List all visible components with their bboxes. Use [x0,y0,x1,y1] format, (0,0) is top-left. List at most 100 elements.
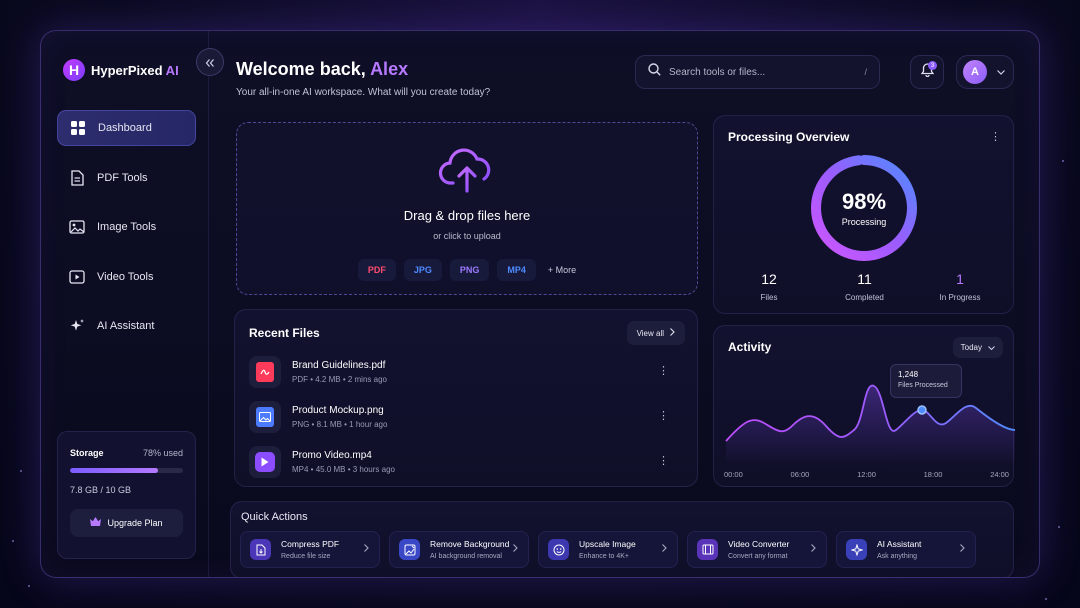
x-tick-label: 00:00 [724,470,743,479]
storage-used-text: 7.8 GB / 10 GB [70,485,132,495]
file-name: Promo Video.mp4 [292,450,372,461]
sidebar-item-pdf-tools[interactable]: PDF Tools [57,160,196,196]
list-item[interactable]: Product Mockup.png PNG • 8.1 MB • 1 hour… [249,399,689,435]
processing-overview-panel: Processing Overview ⋮ 98% Processing 12 … [713,115,1014,314]
chevron-right-icon [364,544,369,555]
compress-icon [250,539,271,560]
search-bar[interactable]: / [635,55,880,89]
range-select[interactable]: Today [952,337,1003,358]
recent-files-panel: Recent Files View all Brand Guidelines.p… [234,309,698,487]
user-name: Alex [370,59,409,79]
crown-icon [90,517,102,529]
quick-actions-panel: Quick Actions Compress PDF Reduce file s… [230,501,1014,577]
sidebar-item-dashboard[interactable]: Dashboard [57,110,196,146]
welcome-header: Welcome back, Alex Your all-in-one AI wo… [236,59,490,98]
more-options-icon[interactable]: ⋮ [658,364,669,377]
processing-stats: 12 Files 11 Completed 1 In Progress [724,271,1005,302]
quick-action-ai-assistant[interactable]: AI Assistant Ask anything [836,531,976,568]
chevron-right-icon [670,328,675,338]
sparkles-icon [69,318,85,334]
search-shortcut-hint: / [864,67,867,77]
quick-action-remove-background[interactable]: Remove Background AI background removal [389,531,529,568]
dashboard-grid-icon [70,120,86,136]
user-menu-button[interactable]: A [956,55,1014,89]
image-file-icon [256,407,274,427]
stat-in-progress: 1 In Progress [939,271,981,302]
document-icon [69,169,85,186]
stat-completed: 11 Completed [845,271,884,302]
sidebar-nav: Dashboard PDF Tools Image Tools Video To… [57,110,196,358]
file-name: Product Mockup.png [292,405,384,416]
sidebar-item-label: PDF Tools [97,171,148,184]
storage-percent: 78% used [142,448,183,458]
sidebar-item-ai-assistant[interactable]: AI Assistant [57,308,196,344]
cloud-upload-icon [437,145,497,200]
type-chip-jpg: JPG [403,259,442,281]
more-options-icon[interactable]: ⋮ [658,454,669,467]
page-title: Welcome back, Alex [236,59,409,79]
sidebar-item-label: AI Assistant [97,320,155,332]
file-meta: MP4 • 45.0 MB • 3 hours ago [292,465,395,474]
recent-files-title: Recent Files [249,326,320,340]
upscale-icon [548,539,569,560]
x-axis-labels: 00:00 06:00 12:00 18:00 24:00 [724,470,1009,479]
list-item[interactable]: Brand Guidelines.pdf PDF • 4.2 MB • 2 mi… [249,354,689,390]
more-options-icon[interactable]: ⋮ [990,130,1001,143]
sidebar-item-label: Image Tools [97,221,157,233]
storage-progress-fill [70,468,159,473]
search-input[interactable] [669,66,857,78]
type-chip-pdf: PDF [357,259,396,281]
background-remove-icon [399,539,420,560]
page-subtitle: Your all-in-one AI workspace. What will … [236,87,491,98]
processing-label: Processing [841,217,887,227]
view-all-button[interactable]: View all [626,321,685,345]
video-file-icon [255,452,275,472]
x-tick-label: 18:00 [923,470,943,479]
logo-mark-icon: H [63,59,85,81]
sidebar-item-video-tools[interactable]: Video Tools [57,259,196,295]
upload-subtitle: or click to upload [433,231,501,241]
upgrade-plan-label: Upgrade Plan [107,518,163,528]
chevron-right-icon [662,544,667,555]
processing-percent: 98% [841,189,887,214]
sidebar-item-label: Video Tools [97,270,154,283]
sidebar: H HyperPixed AI Dashboard PDF Tools Imag… [41,31,209,577]
double-chevron-left-icon [205,55,215,70]
type-chip-png: PNG [449,259,490,281]
more-types-link[interactable]: + More [548,265,576,275]
quick-action-video-converter[interactable]: Video Converter Convert any format [687,531,827,568]
storage-progress-bar [70,468,183,473]
list-item[interactable]: Promo Video.mp4 MP4 • 45.0 MB • 3 hours … [249,444,689,480]
more-options-icon[interactable]: ⋮ [658,409,669,422]
file-meta: PNG • 8.1 MB • 1 hour ago [292,420,388,429]
app-window: H HyperPixed AI Dashboard PDF Tools Imag… [40,30,1040,578]
upload-dropzone[interactable]: Drag & drop files here or click to uploa… [236,122,698,295]
stat-files: 12 Files [760,271,778,302]
logo[interactable]: H HyperPixed AI [63,59,179,81]
chevron-right-icon [960,544,965,555]
tooltip-value: 1,248 [898,370,919,379]
image-icon [69,219,85,235]
quick-action-upscale-image[interactable]: Upscale Image Enhance to 4K+ [538,531,678,568]
tooltip-label: Files Processed [898,382,948,389]
sparkle-icon [846,539,867,560]
notifications-button[interactable]: 3 [910,55,944,89]
collapse-sidebar-button[interactable] [196,48,224,76]
file-meta: PDF • 4.2 MB • 2 mins ago [292,375,387,384]
type-chip-mp4: MP4 [497,259,536,281]
sidebar-item-image-tools[interactable]: Image Tools [57,209,196,245]
upgrade-plan-button[interactable]: Upgrade Plan [70,509,183,537]
brand-name: HyperPixed AI [91,62,179,78]
sidebar-item-label: Dashboard [98,122,152,134]
chevron-down-icon [988,343,995,352]
quick-action-compress-pdf[interactable]: Compress PDF Reduce file size [240,531,380,568]
chevron-right-icon [811,544,816,555]
activity-highlight-point[interactable] [917,405,927,415]
video-play-icon [69,269,85,285]
avatar: A [963,60,987,84]
storage-card: Storage 78% used 7.8 GB / 10 GB Upgrade … [57,431,196,559]
pdf-file-icon [256,362,274,382]
chevron-right-icon [513,544,518,555]
activity-title: Activity [728,340,772,354]
quick-actions-list: Compress PDF Reduce file size Remove Bac… [240,531,976,568]
